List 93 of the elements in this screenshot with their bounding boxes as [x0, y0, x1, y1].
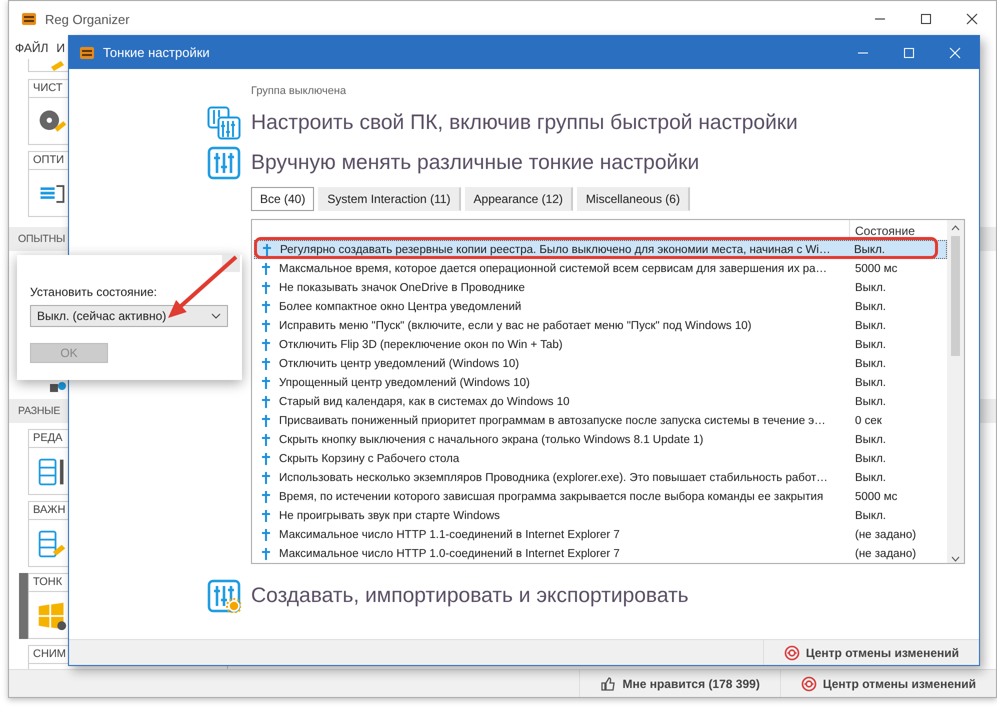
filter-tab[interactable]: Все (40) — [251, 187, 314, 211]
chevron-down-icon — [211, 313, 221, 319]
pin-icon — [262, 244, 272, 256]
menu-item[interactable]: И — [56, 41, 65, 55]
tweak-state: Выкл. — [854, 472, 888, 484]
pin-icon — [261, 338, 271, 350]
app-logo-icon — [79, 44, 95, 60]
pin-icon — [261, 510, 271, 522]
pin-icon — [261, 358, 271, 370]
menu-item[interactable]: ФАЙЛ — [15, 41, 48, 55]
tweak-name: Максимальное число HTTP 1.1-соединений в Internet Explorer 7 — [279, 528, 621, 540]
sliders-icon — [207, 146, 241, 180]
filter-tab[interactable]: System Interaction (11) — [318, 187, 461, 211]
pin-icon — [261, 548, 271, 560]
app-logo-icon — [21, 11, 37, 27]
pin-icon — [261, 434, 271, 446]
tweak-name: Упрощенный центр уведомлений (Windows 10) — [279, 376, 531, 388]
scrollbar[interactable] — [947, 220, 964, 563]
tweak-state: (не задано) — [854, 548, 918, 560]
tweak-state: Выкл. — [854, 376, 888, 388]
state-label: Установить состояние: — [30, 285, 158, 299]
tweak-row[interactable]: Упрощенный центр уведомлений (Windows 10) Выкл. — [254, 373, 947, 392]
tweak-name: Отключить центр уведомлений (Windows 10) — [279, 358, 520, 370]
tweak-row[interactable]: Исправить меню "Пуск" (включите, если у вас не работает меню "Пуск" под Windows 10) Выкл. — [254, 316, 947, 335]
tweak-state: Выкл. — [854, 282, 888, 294]
scroll-thumb[interactable] — [951, 236, 960, 356]
scroll-down-icon[interactable] — [951, 555, 960, 563]
tweak-state: Выкл. — [854, 510, 888, 522]
tweak-state: Выкл. — [854, 452, 888, 464]
cabinet-broom-icon — [37, 529, 67, 559]
tweak-row[interactable]: Отключить центр уведомлений (Windows 10) Выкл. — [254, 354, 947, 373]
tweak-state: Выкл. — [854, 300, 888, 312]
tweak-row[interactable]: Отключить Flip 3D (переключение окон по Win + Tab) Выкл. — [254, 335, 947, 354]
tweak-name: Не проигрывать звук при старте Windows — [279, 510, 501, 522]
tweak-state: 5000 мс — [854, 262, 898, 274]
tweak-row[interactable]: Скрыть Корзину с Рабочего стола Выкл. — [254, 449, 947, 468]
tweak-row[interactable]: Время, по истечении которого зависшая программа закрывается после выбора команды ее закрытия 5000 мс — [254, 487, 947, 506]
group-status-text: Группа выключена — [251, 85, 348, 97]
tweak-name: Скрыть кнопку выключения с начального экрана (только Windows 8.1 Update 1) — [279, 434, 704, 446]
close-icon[interactable] — [966, 13, 978, 25]
pin-icon — [261, 528, 271, 540]
thumbs-up-icon — [600, 676, 616, 692]
tweak-name: Более компактное окно Центра уведомлений — [279, 300, 522, 312]
tweak-row[interactable]: Максимальное число HTTP 1.1-соединений в Internet Explorer 7 (не задано) — [254, 525, 947, 544]
pin-icon — [261, 472, 271, 484]
pin-icon — [261, 262, 271, 274]
pin-icon — [261, 282, 271, 294]
section-heading[interactable]: Создавать, импортировать и экспортировать — [251, 584, 689, 608]
section-heading[interactable]: Вручную менять различные тонкие настройки — [251, 151, 700, 175]
pin-icon — [261, 414, 271, 426]
pin-icon — [261, 376, 271, 388]
lifebuoy-icon — [784, 644, 800, 660]
sliders-gear-icon — [207, 579, 241, 613]
undo-center-button[interactable]: Центр отмены изменений — [780, 670, 996, 697]
tweak-state: Выкл. — [854, 434, 888, 446]
tweak-name: Время, по истечении которого зависшая программа закрывается после выбора команды ее закрытия — [279, 490, 824, 502]
tweak-row[interactable]: Не показывать значок OneDrive в Проводнике Выкл. — [254, 278, 947, 297]
tweak-state: Выкл. — [854, 320, 888, 332]
tweak-name: Максимальное число HTTP 1.0-соединений в Internet Explorer 7 — [279, 548, 621, 560]
tweak-name: Не показывать значок OneDrive в Проводнике — [279, 282, 526, 294]
tweak-row[interactable]: Скрыть кнопку выключения с начального экрана (только Windows 8.1 Update 1) Выкл. — [254, 430, 947, 449]
tweak-state: (не задано) — [854, 528, 918, 540]
state-dropdown[interactable]: Выкл. (сейчас активно) — [30, 305, 228, 327]
tweak-name: Скрыть Корзину с Рабочего стола — [279, 452, 460, 464]
tweak-row[interactable]: Максмальное время, которое дается операционной системой всем сервисам для завершения их ра… 5000 мс — [254, 259, 947, 278]
tweak-state: Выкл. — [854, 338, 888, 350]
window-title: Reg Organizer — [45, 12, 131, 26]
windows-gear-icon — [37, 601, 67, 631]
pin-icon — [261, 452, 271, 464]
tweak-state: Выкл. — [854, 358, 888, 370]
tweak-row[interactable]: Использовать несколько экземпляров Проводника (explorer.exe). Это повышает стабильность работ… Выкл. — [254, 468, 947, 487]
scroll-up-icon[interactable] — [951, 224, 960, 232]
tweak-state: 5000 мс — [854, 490, 898, 502]
pin-icon — [261, 490, 271, 502]
pin-icon — [261, 320, 271, 332]
tweak-name: Исправить меню "Пуск" (включите, если у вас не работает меню "Пуск" под Windows 10) — [279, 320, 752, 332]
double-sliders-icon — [207, 106, 241, 140]
annotation-arrow — [168, 256, 238, 318]
section-heading[interactable]: Настроить свой ПК, включив группы быстрой настройки — [251, 111, 798, 135]
lifebuoy-icon — [800, 676, 817, 692]
like-button[interactable]: Мне нравится (178 399) — [579, 670, 780, 697]
tweak-name: Отключить Flip 3D (переключение окон по Win + Tab) — [279, 338, 564, 350]
tweak-name: Использовать несколько экземпляров Проводника (explorer.exe). Это повышает стабильность работ… — [279, 472, 829, 484]
filter-tab[interactable]: Miscellaneous (6) — [576, 187, 690, 211]
tweak-row[interactable]: Более компактное окно Центра уведомлений Выкл. — [254, 297, 947, 316]
filter-tab[interactable]: Appearance (12) — [464, 187, 573, 211]
pin-icon — [261, 396, 271, 408]
pin-icon — [261, 300, 271, 312]
tweak-name: Максмальное время, которое дается операционной системой всем сервисам для завершения их ра… — [279, 262, 828, 274]
tweak-row[interactable]: Максимальное число HTTP 1.0-соединений в Internet Explorer 7 (не задано) — [254, 544, 947, 563]
maximize-icon[interactable] — [920, 13, 932, 25]
dialog-title: Тонкие настройки — [103, 45, 211, 60]
tweak-row[interactable]: Не проигрывать звук при старте Windows Выкл. — [254, 506, 947, 525]
